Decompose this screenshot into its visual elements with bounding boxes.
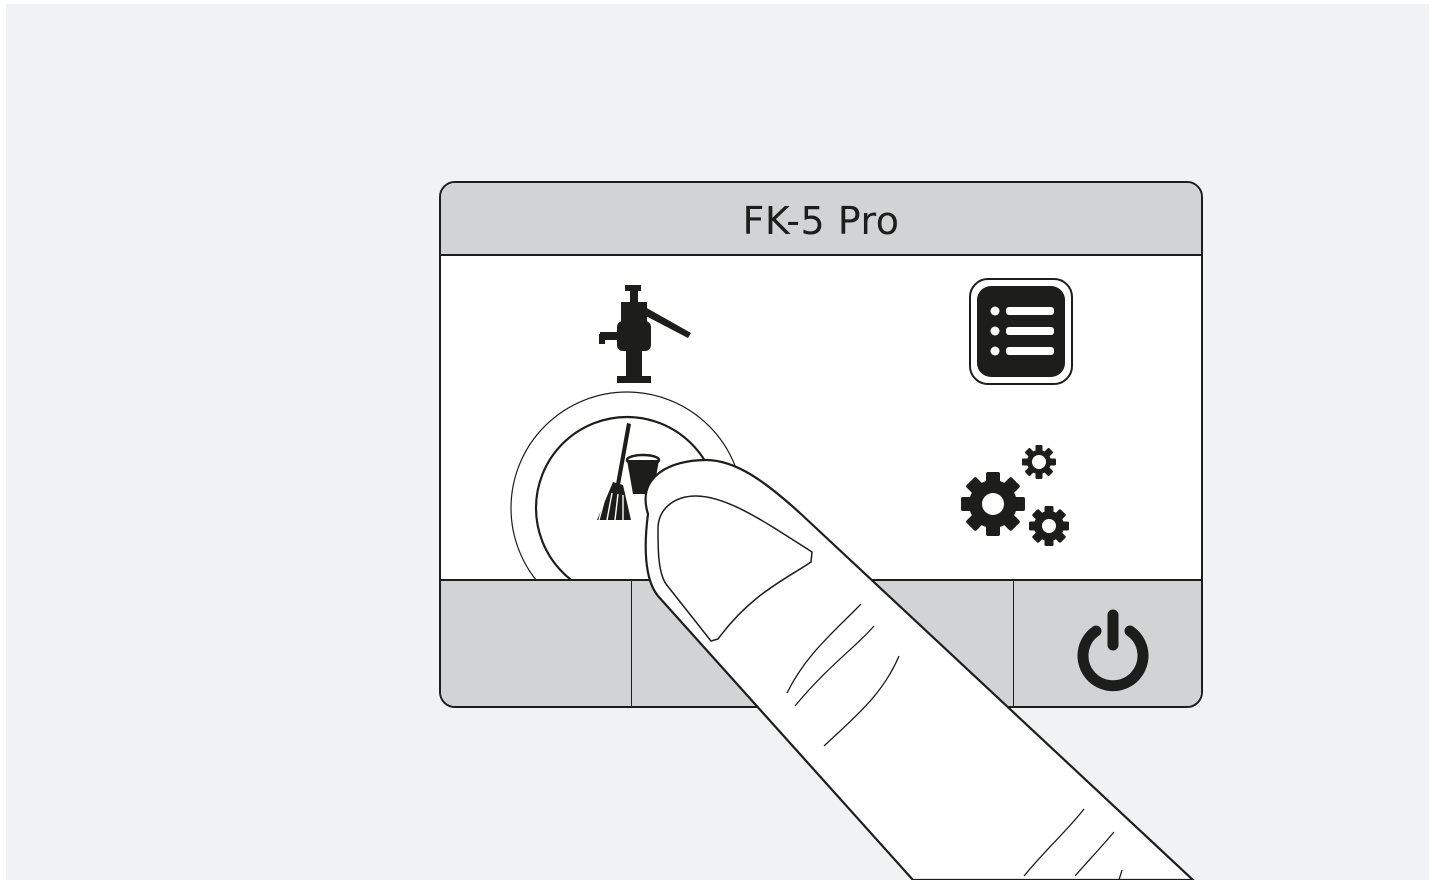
list-menu-icon [969,278,1073,385]
list-menu-button[interactable] [968,277,1074,386]
device-title: FK-5 Pro [742,198,900,243]
water-tap-icon [599,285,691,383]
power-icon [1077,609,1149,692]
settings-button[interactable] [953,434,1093,554]
gears-icon [961,445,1069,546]
canvas: FK-5 Pro [6,4,1429,880]
title-bar: FK-5 Pro [441,183,1201,256]
main-menu [441,256,1201,625]
water-tap-button[interactable] [591,276,711,391]
softkey-bar [441,579,1201,706]
softkey-1[interactable] [441,581,632,706]
softkey-3[interactable] [823,581,1014,706]
device-display: FK-5 Pro [439,181,1203,708]
softkey-2[interactable] [632,581,823,706]
power-button[interactable] [1014,581,1201,706]
